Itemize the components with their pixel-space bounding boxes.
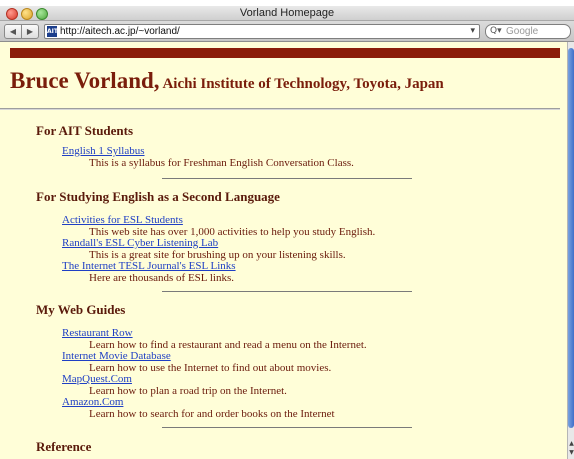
link-randalls-esl-lab[interactable]: Randall's ESL Cyber Listening Lab <box>62 237 218 249</box>
search-icon[interactable]: Q▾ <box>490 25 502 38</box>
search-placeholder: Google <box>506 26 539 37</box>
vertical-scrollbar[interactable]: ▲ ▼ <box>567 42 574 459</box>
browser-toolbar: ◀ ▶ AIT http://aitech.ac.jp/~vorland/ ▾ … <box>0 21 574 42</box>
back-button[interactable]: ◀ <box>4 24 22 39</box>
url-dropdown-icon[interactable]: ▾ <box>470 25 475 38</box>
author-affiliation: Aichi Institute of Technology, Toyota, J… <box>159 76 444 92</box>
url-text[interactable]: http://aitech.ac.jp/~vorland/ <box>60 25 180 38</box>
link-description: Learn how to search for and order books … <box>89 408 335 420</box>
scroll-down-icon[interactable]: ▼ <box>568 449 574 456</box>
header-bar <box>10 48 560 58</box>
divider <box>162 178 412 179</box>
link-restaurant-row[interactable]: Restaurant Row <box>62 327 133 339</box>
divider <box>162 291 412 292</box>
address-bar[interactable]: AIT http://aitech.ac.jp/~vorland/ ▾ <box>44 24 480 39</box>
search-field[interactable]: Q▾ Google <box>485 24 571 39</box>
link-description: This is a syllabus for Freshman English … <box>89 157 354 169</box>
page-title: Bruce Vorland, Aichi Institute of Techno… <box>10 68 444 94</box>
forward-arrow-icon: ▶ <box>26 27 34 36</box>
section-title-web-guides: My Web Guides <box>36 302 126 317</box>
scrollbar-thumb[interactable] <box>568 48 574 428</box>
divider <box>0 108 560 110</box>
section-title-reference: Reference <box>36 439 92 454</box>
forward-button[interactable]: ▶ <box>21 24 39 39</box>
author-name: Bruce Vorland, <box>10 68 160 93</box>
section-title-esl: For Studying English as a Second Languag… <box>36 189 280 204</box>
link-tesl-journal-links[interactable]: The Internet TESL Journal's ESL Links <box>62 260 236 272</box>
scroll-up-icon[interactable]: ▲ <box>568 440 574 447</box>
site-favicon-icon: AIT <box>47 26 58 37</box>
page-content: Bruce Vorland, Aichi Institute of Techno… <box>0 42 567 459</box>
divider <box>162 427 412 428</box>
browser-window: Vorland Homepage ◀ ▶ AIT http://aitech.a… <box>0 6 574 459</box>
back-arrow-icon: ◀ <box>9 27 17 36</box>
link-english-1-syllabus[interactable]: English 1 Syllabus <box>62 145 145 157</box>
window-title: Vorland Homepage <box>239 7 335 19</box>
title-bar: Vorland Homepage <box>0 6 574 21</box>
link-internet-movie-database[interactable]: Internet Movie Database <box>62 350 171 362</box>
section-title-ait-students: For AIT Students <box>36 123 134 138</box>
link-amazon[interactable]: Amazon.Com <box>62 396 123 408</box>
link-activities-esl[interactable]: Activities for ESL Students <box>62 214 183 226</box>
link-mapquest[interactable]: MapQuest.Com <box>62 373 132 385</box>
link-description: Here are thousands of ESL links. <box>89 272 235 284</box>
